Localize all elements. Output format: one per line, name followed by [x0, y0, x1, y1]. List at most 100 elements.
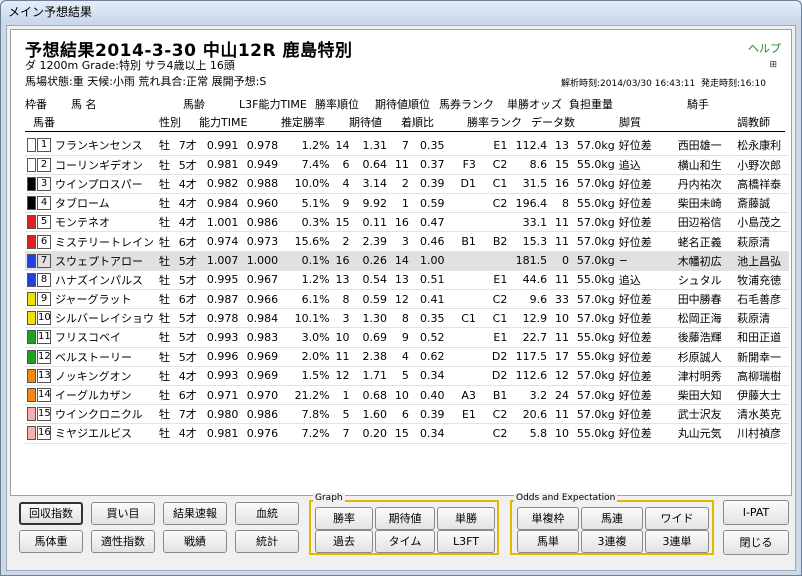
- odds-trio-button[interactable]: 3連複: [581, 530, 643, 553]
- recovery-index-button[interactable]: 回収指数: [19, 502, 83, 525]
- col-header-ratio: 着順比: [401, 116, 434, 129]
- table-row[interactable]: 14 イーグルカザン牡 6才 0.971 0.970 21.2% 1 0.68 10 0.40 A3…: [25, 385, 789, 406]
- odds-quinella-button[interactable]: 馬連: [581, 507, 643, 530]
- ability-time-cell: 0.981: [200, 155, 241, 175]
- col-header-waku: 枠番: [25, 98, 47, 111]
- sex-cell: 牡: [156, 193, 177, 214]
- weight-cell: 55.0kg: [570, 423, 617, 444]
- expected-value-cell: 0.26: [351, 251, 390, 271]
- table-row[interactable]: 3 ウインプロスパー牡 4才 0.982 0.988 10.0% 4 3.14 2 0.39 D1 C…: [25, 174, 789, 195]
- graph-winrate-button[interactable]: 勝率: [315, 507, 373, 530]
- jockey-cell: 松岡正海: [675, 308, 736, 329]
- rate-rank-cell: B1: [477, 385, 510, 406]
- sex-cell: 牡: [156, 155, 177, 175]
- age-cell: 5才: [176, 251, 201, 271]
- age-cell: 7才: [176, 404, 201, 425]
- graph-l3ft-button[interactable]: L3FT: [437, 530, 495, 553]
- help-link[interactable]: ヘルプ: [748, 40, 781, 56]
- pedigree-button[interactable]: 血統: [235, 502, 299, 525]
- win-rank-cell: 15: [331, 212, 352, 233]
- age-cell: 5才: [176, 270, 201, 291]
- table-row[interactable]: 15 ウインクロニクル牡 7才 0.980 0.986 7.8% 5 1.60 6 0.39 E1 C…: [25, 404, 789, 425]
- win-odds-cell: 44.6: [509, 270, 550, 291]
- col-header-umaban: 馬番: [33, 116, 55, 129]
- odds-win-place-bracket-button[interactable]: 単複枠: [517, 507, 579, 530]
- table-row[interactable]: 4 タブローム牡 4才 0.984 0.960 5.1% 9 9.92 1 0.59 C2 196.4…: [25, 193, 789, 214]
- odds-exacta-button[interactable]: 馬単: [517, 530, 579, 553]
- bet-rank-cell: [446, 193, 478, 214]
- horse-name-cell: ノッキングオン: [53, 366, 157, 386]
- bet-rank-cell: B1: [446, 231, 478, 252]
- ev-rank-cell: 1: [389, 193, 411, 214]
- rate-rank-cell: C2: [477, 155, 510, 175]
- analysis-time: 解析時刻:2014/03/30 16:43:11: [561, 79, 696, 89]
- graph-win-button[interactable]: 単勝: [437, 507, 495, 530]
- umaban-box: 2: [37, 157, 51, 172]
- ability-time-cell: 0.984: [200, 193, 241, 214]
- waku-color-box: [27, 138, 36, 153]
- age-cell: 7才: [176, 136, 201, 156]
- col-header-betrank: 馬券ランク: [439, 98, 494, 111]
- col-header-name: 馬 名: [71, 98, 97, 111]
- table-row[interactable]: 10 シルバーレイショウ牡 5才 0.978 0.984 10.1% 3 1.30 8 0.35 C…: [25, 308, 789, 329]
- result-flash-button[interactable]: 結果速報: [163, 502, 227, 525]
- odds-wide-button[interactable]: ワイド: [645, 507, 709, 530]
- weight-cell: 57.0kg: [570, 308, 617, 329]
- statistics-button[interactable]: 統計: [235, 530, 299, 553]
- umaban-box: 11: [37, 330, 51, 345]
- aptitude-index-button[interactable]: 適性指数: [91, 530, 155, 553]
- trainer-cell: 石毛善彦: [735, 289, 789, 310]
- finish-ratio-cell: 0.47: [410, 212, 447, 233]
- table-row[interactable]: 12 ベルストーリー牡 5才 0.996 0.969 2.0% 11 2.38 4 0.62 D2 1…: [25, 347, 789, 367]
- waku-cell: 16: [25, 423, 53, 444]
- expected-value-cell: 3.14: [351, 174, 390, 195]
- graph-expected-value-button[interactable]: 期待値: [375, 507, 435, 530]
- body-weight-button[interactable]: 馬体重: [19, 530, 83, 553]
- race-record-button[interactable]: 戦績: [163, 530, 227, 553]
- table-row[interactable]: 13 ノッキングオン牡 4才 0.993 0.969 1.5% 12 1.71 5 0.34 D2 1…: [25, 366, 789, 386]
- win-odds-cell: 112.4: [509, 136, 550, 156]
- trainer-cell: 松永康利: [735, 136, 789, 156]
- table-row[interactable]: 11 フリスコベイ牡 5才 0.993 0.983 3.0% 10 0.69 9 0.52 E1 22…: [25, 327, 789, 348]
- bet-rank-cell: F3: [446, 155, 478, 175]
- data-count-cell: 11: [549, 212, 571, 233]
- table-row[interactable]: 5 モンテネオ牡 4才 1.001 0.986 0.3% 15 0.11 16 0.47 33.1 1…: [25, 212, 789, 233]
- table-row[interactable]: 8 ハナズインパルス牡 5才 0.995 0.967 1.2% 13 0.54 13 0.51 E1…: [25, 270, 789, 291]
- sex-cell: 牡: [156, 404, 177, 425]
- ability-time-cell: 0.981: [200, 423, 241, 444]
- waku-color-box: [27, 272, 36, 287]
- table-row[interactable]: 16 ミヤジエルビス牡 4才 0.981 0.976 7.2% 7 0.20 15 0.34 C2 5…: [25, 423, 789, 444]
- weight-cell: 55.0kg: [570, 347, 617, 367]
- win-rank-cell: 2: [331, 231, 352, 252]
- finish-ratio-cell: 0.51: [410, 270, 447, 291]
- data-count-cell: 15: [549, 155, 571, 175]
- table-row[interactable]: 2 コーリンギデオン牡 5才 0.981 0.949 7.4% 6 0.64 11 0.37 F3 C…: [25, 155, 789, 175]
- ev-rank-cell: 10: [389, 385, 411, 406]
- track-conditions: 馬場状態:重 天候:小雨 荒れ具合:正常 展開予想:S: [25, 75, 267, 88]
- win-rate-cell: 5.1%: [280, 193, 332, 214]
- graph-past-button[interactable]: 過去: [315, 530, 373, 553]
- odds-trifecta-button[interactable]: 3連単: [645, 530, 709, 553]
- close-button[interactable]: 閉じる: [723, 530, 789, 555]
- age-cell: 5才: [176, 347, 201, 367]
- rate-rank-cell: C2: [477, 289, 510, 310]
- ev-rank-cell: 9: [389, 327, 411, 348]
- horse-name-cell: ウインクロニクル: [53, 404, 157, 425]
- table-row[interactable]: 6 ミステリートレイン牡 6才 0.974 0.973 15.6% 2 2.39 3 0.46 B1…: [25, 231, 789, 252]
- ipat-button[interactable]: I-PAT: [723, 500, 789, 525]
- table-row[interactable]: 9 ジャーグラット牡 6才 0.987 0.966 6.1% 8 0.59 12 0.41 C2 9.…: [25, 289, 789, 310]
- trainer-cell: 池上昌弘: [735, 251, 789, 271]
- umaban-box: 9: [37, 292, 51, 307]
- jockey-cell: 武士沢友: [675, 404, 736, 425]
- expected-value-cell: 0.68: [351, 385, 390, 406]
- graph-time-button[interactable]: タイム: [375, 530, 435, 553]
- data-count-cell: 10: [549, 423, 571, 444]
- table-row[interactable]: 7 スウェプトアロー牡 5才 1.007 1.000 0.1% 16 0.26 14 1.00 18…: [25, 251, 789, 271]
- umaban-box: 6: [37, 234, 51, 249]
- weight-cell: 57.0kg: [570, 385, 617, 406]
- bet-rank-cell: [446, 327, 478, 348]
- resize-icon[interactable]: ⊞: [769, 60, 777, 70]
- bet-selection-button[interactable]: 買い目: [91, 502, 155, 525]
- table-row[interactable]: 1 フランキンセンス牡 7才 0.991 0.978 1.2% 14 1.31 7 0.35 E1 1…: [25, 136, 789, 156]
- win-rate-cell: 15.6%: [280, 231, 332, 252]
